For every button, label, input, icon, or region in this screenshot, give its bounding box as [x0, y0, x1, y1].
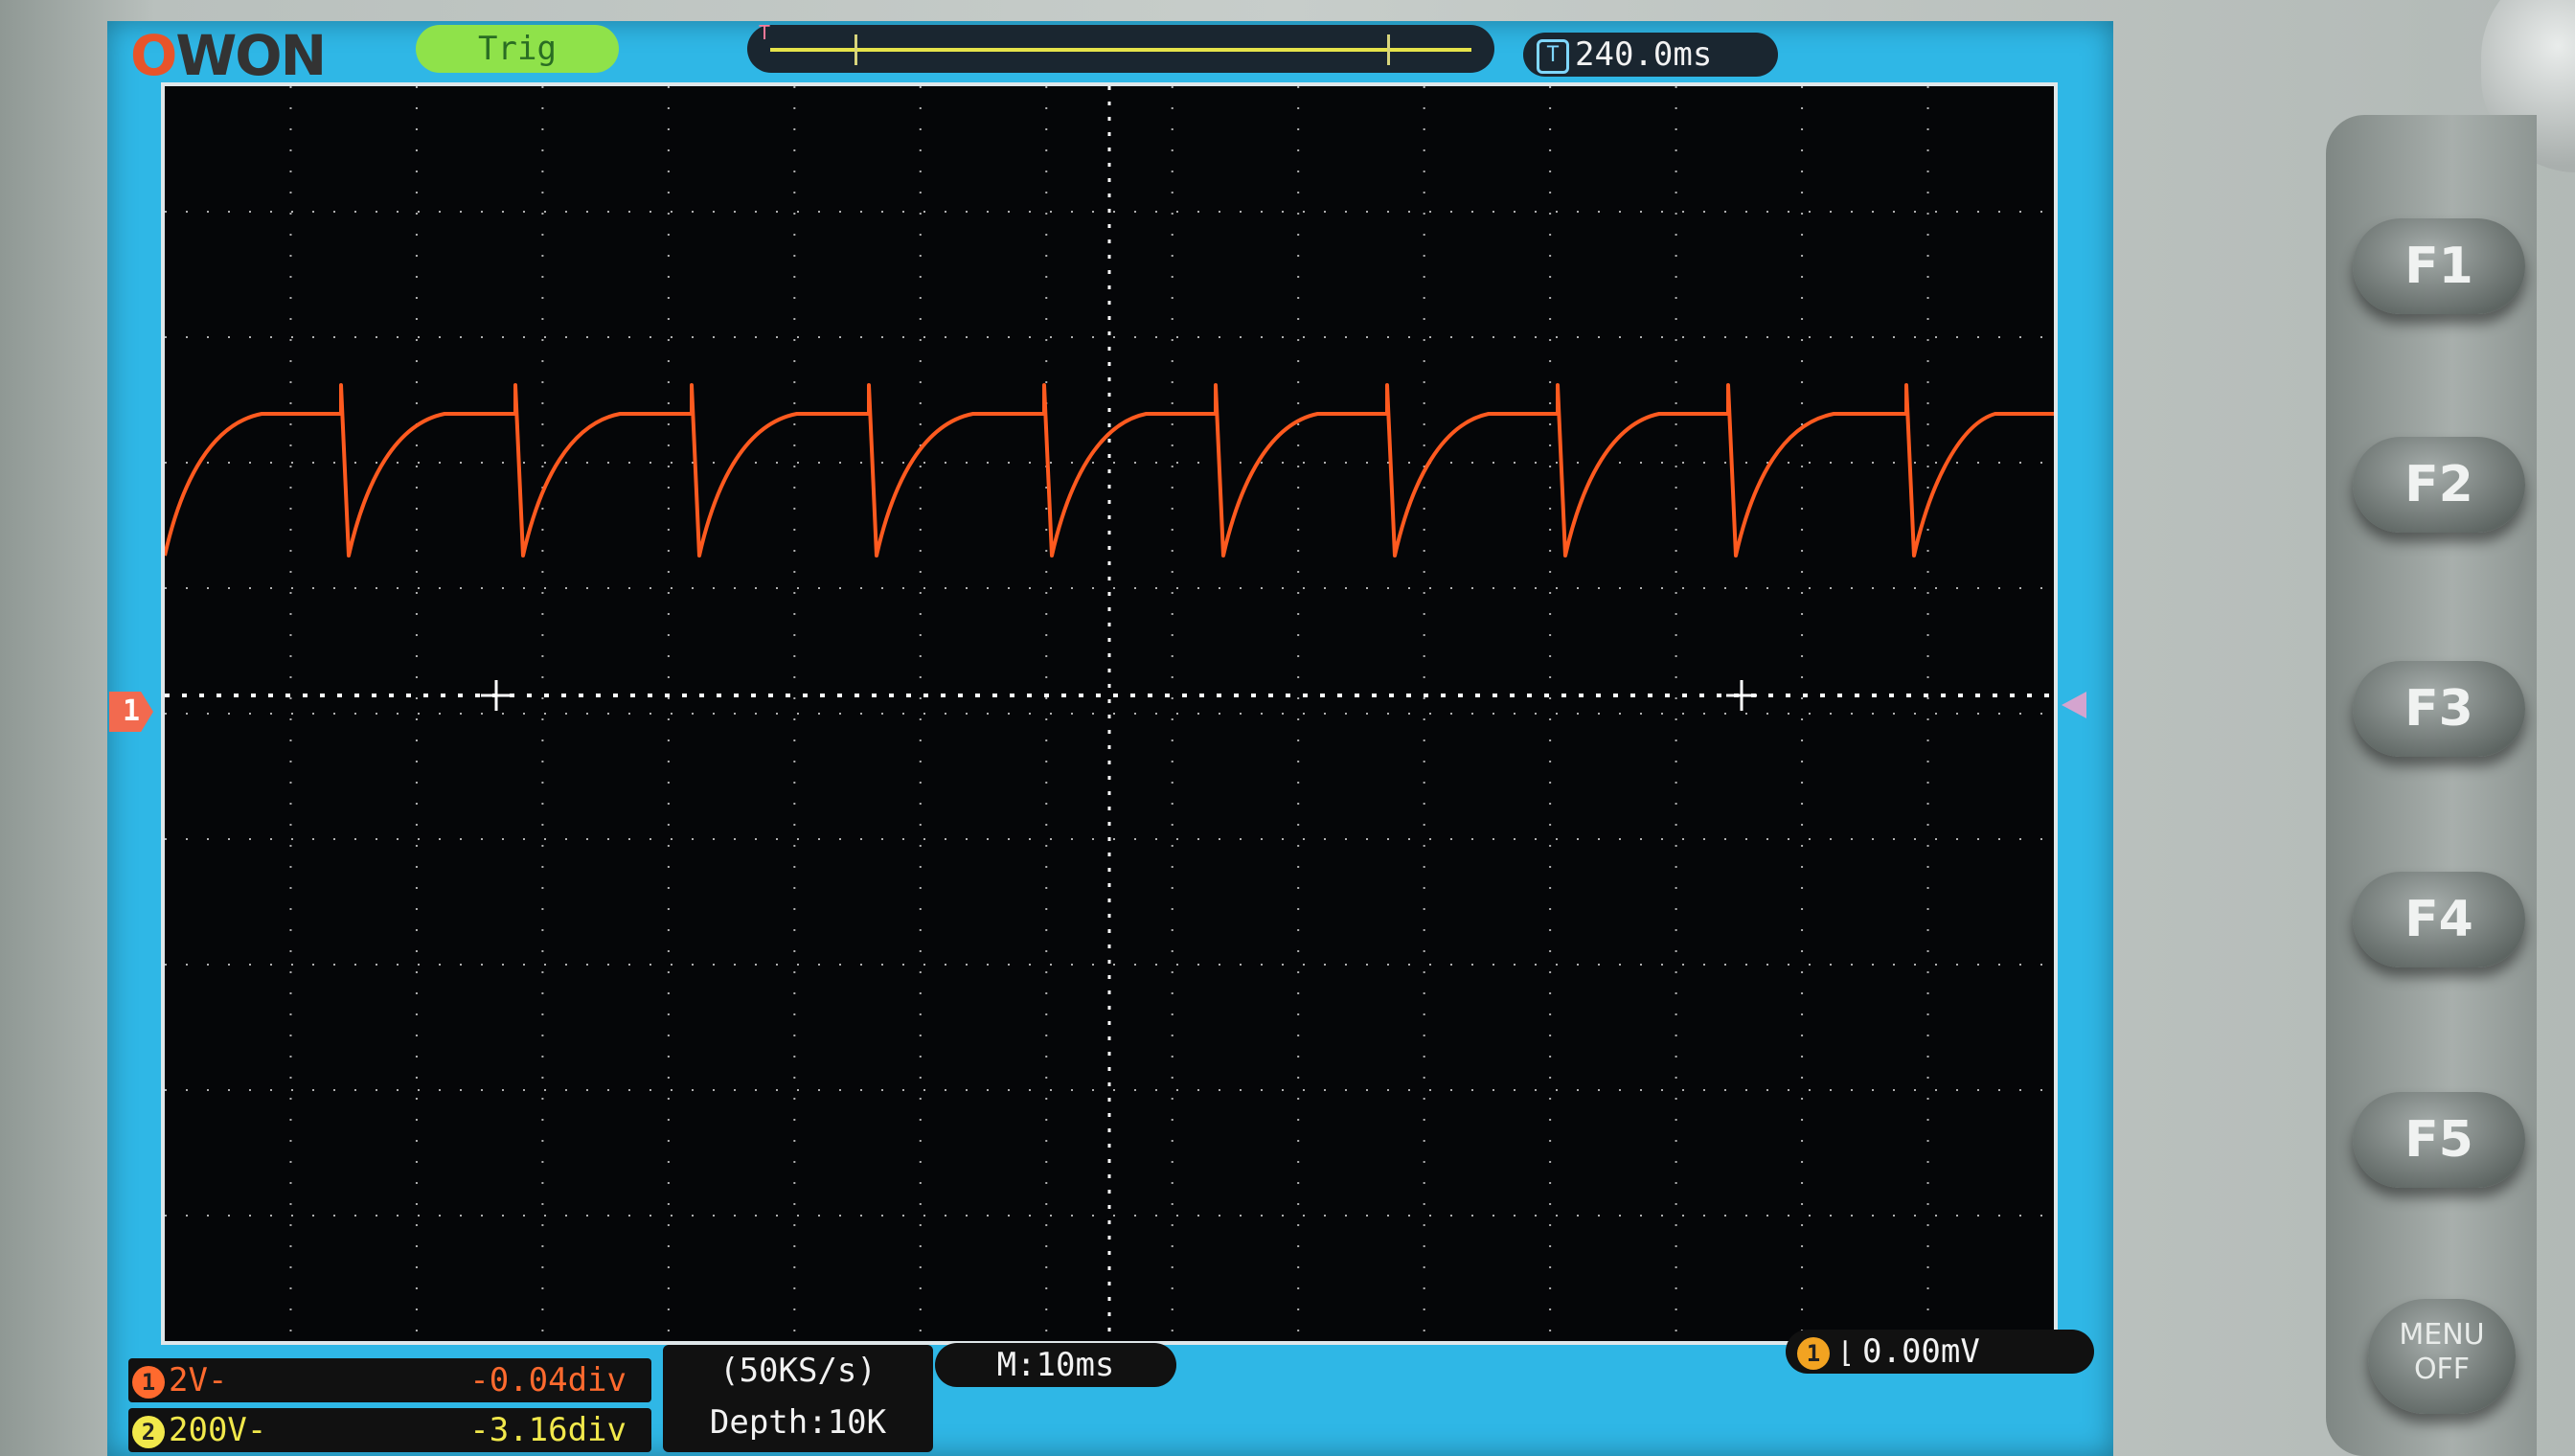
ch1-badge: 1: [132, 1365, 165, 1399]
ch1-ground-marker[interactable]: 1: [109, 692, 153, 732]
f3-button[interactable]: F3: [2353, 661, 2525, 757]
f1-button[interactable]: F1: [2353, 218, 2525, 314]
brand-logo: OWON: [130, 23, 327, 88]
time-offset-readout: T 240.0ms: [1523, 33, 1778, 77]
ch1-offset: -0.04div: [469, 1361, 627, 1399]
bottom-status-bar: 1 2V- -0.04div 2 200V- -3.16div (50KS/s) Dep…: [107, 1324, 2113, 1456]
timebase-readout: M:10ms: [935, 1343, 1176, 1387]
softkey-panel: [2326, 115, 2537, 1456]
f4-button[interactable]: F4: [2353, 872, 2525, 967]
sample-rate: (50KS/s): [719, 1352, 877, 1390]
menu-off-button[interactable]: MENU OFF: [2368, 1299, 2516, 1414]
ch1-scale: 2V-: [169, 1361, 228, 1399]
trigger-source-badge: 1: [1797, 1336, 1830, 1370]
trigger-status-badge: Trig: [416, 25, 619, 73]
logo-o: O: [130, 23, 177, 88]
waveform-graticule: [165, 86, 2054, 1341]
waveform-display: [161, 82, 2058, 1345]
trigger-level-marker[interactable]: [2062, 692, 2086, 718]
menu-label: MENU: [2399, 1318, 2485, 1352]
time-offset-icon: T: [1537, 38, 1569, 74]
window-start-tick: [855, 34, 857, 65]
time-offset-value: 240.0ms: [1575, 35, 1713, 74]
trigger-level: 0.00mV: [1862, 1332, 1980, 1371]
ch2-scale: 200V-: [169, 1411, 267, 1449]
ch2-badge: 2: [132, 1415, 165, 1448]
horizontal-position-bar: T: [747, 21, 1494, 73]
ch1-settings[interactable]: 1 2V- -0.04div: [128, 1358, 651, 1402]
top-status-bar: OWON Trig T T 240.0ms: [107, 21, 2113, 88]
memory-depth: Depth:10K: [709, 1403, 887, 1442]
trigger-position-marker: T: [759, 21, 771, 44]
logo-rest: WON: [175, 23, 327, 88]
acquisition-info: (50KS/s) Depth:10K: [663, 1345, 933, 1452]
ch2-settings[interactable]: 2 200V- -3.16div: [128, 1408, 651, 1452]
f5-button[interactable]: F5: [2353, 1092, 2525, 1188]
oscilloscope-screen: OWON Trig T T 240.0ms 1 1 2V- -0.04div 2 200…: [107, 21, 2113, 1456]
rising-edge-icon: ⌊: [1837, 1336, 1856, 1370]
f2-button[interactable]: F2: [2353, 437, 2525, 533]
memory-window-line: [770, 48, 1471, 52]
ch2-offset: -3.16div: [469, 1411, 627, 1449]
trigger-settings[interactable]: 1 ⌊ 0.00mV: [1786, 1330, 2094, 1374]
off-label: OFF: [2413, 1353, 2471, 1386]
window-end-tick: [1387, 34, 1390, 65]
